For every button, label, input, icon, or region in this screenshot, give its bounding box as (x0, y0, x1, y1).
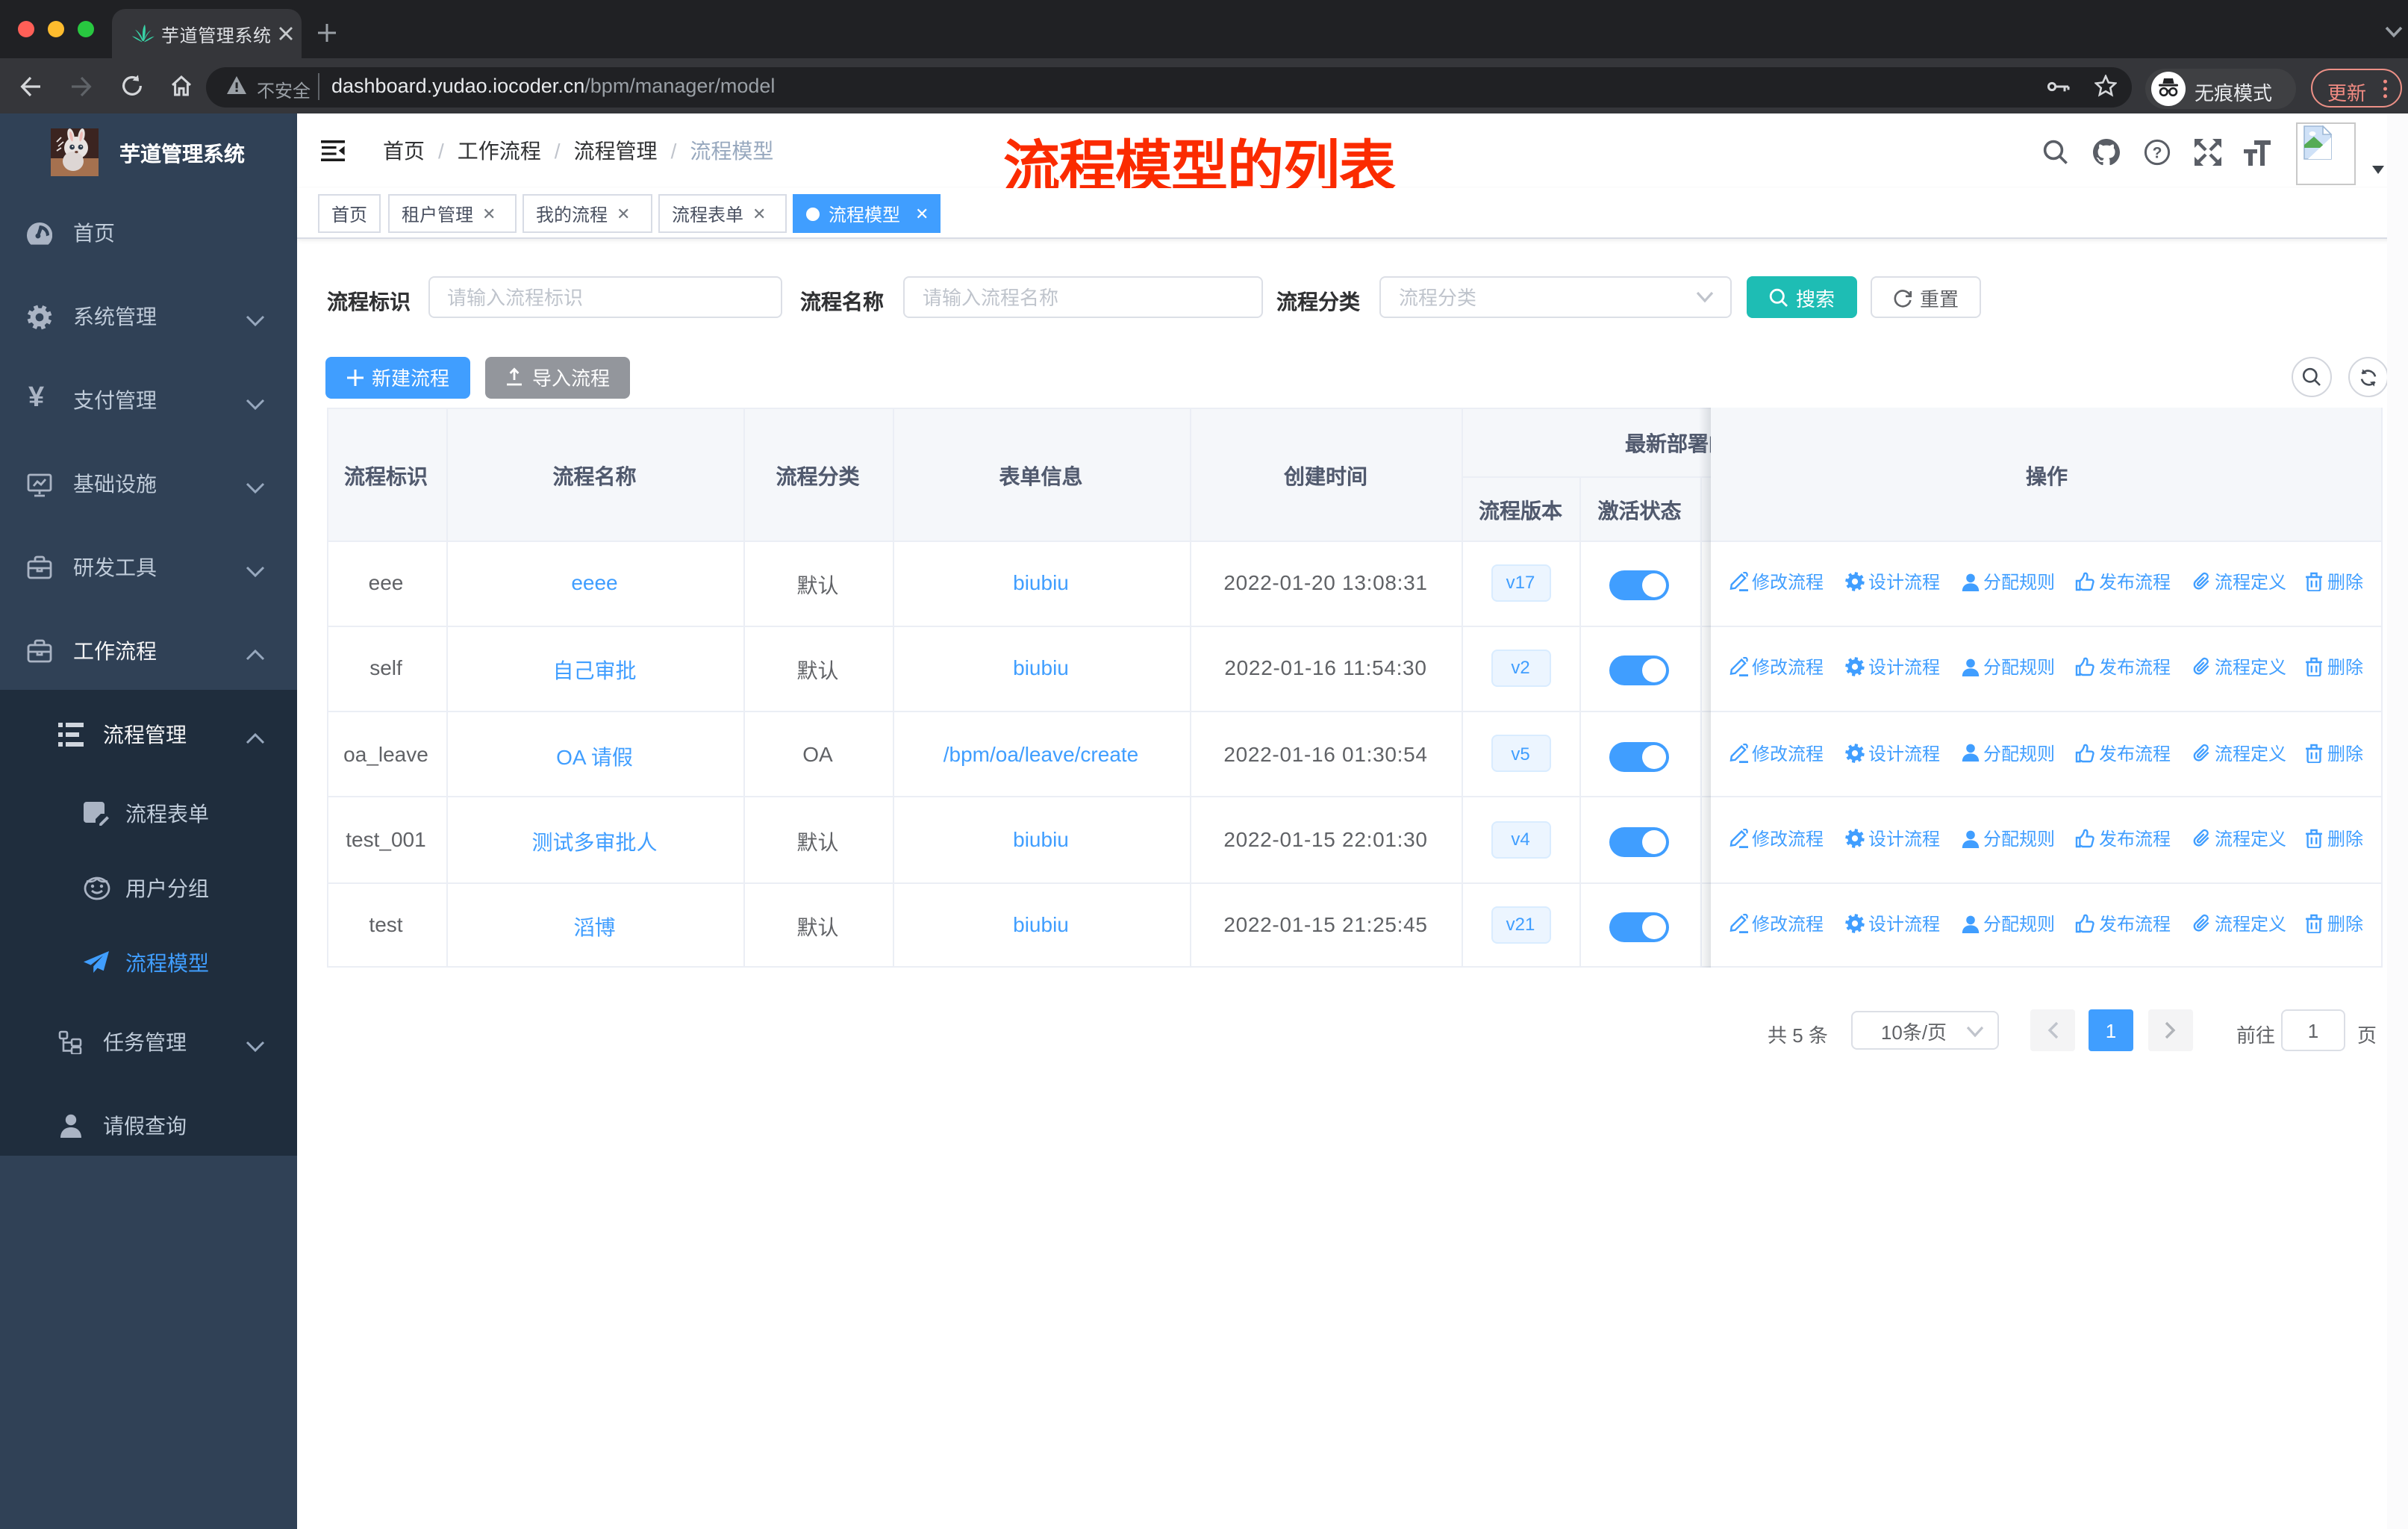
svg-text:?: ? (2153, 145, 2162, 162)
